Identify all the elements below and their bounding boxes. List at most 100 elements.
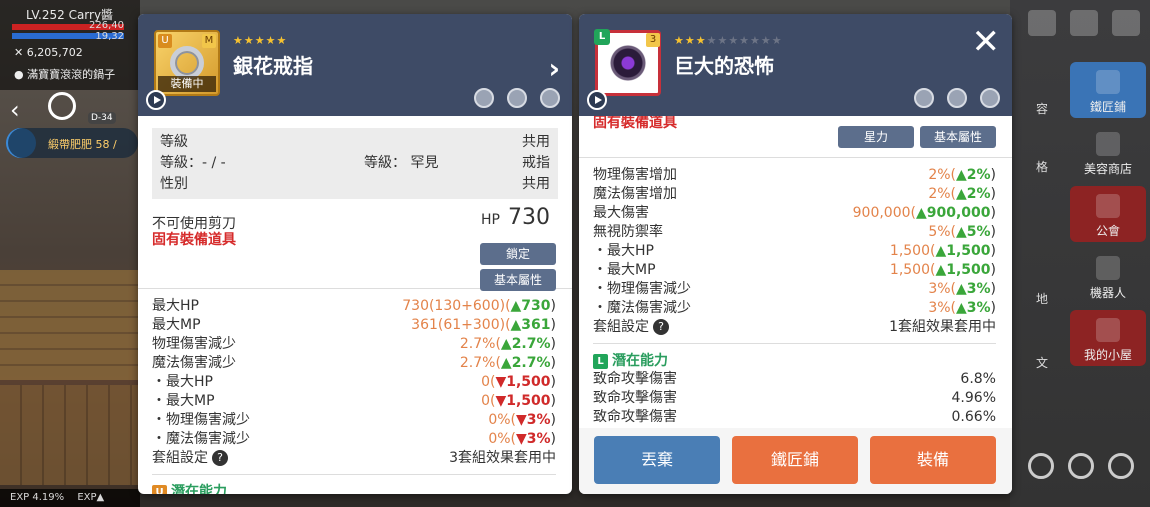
menu-icon[interactable] <box>1112 10 1140 36</box>
set-row: 套組設定? 3套組效果套用中 <box>152 449 556 468</box>
blacksmith-button[interactable]: 鐵匠鋪 <box>732 436 858 484</box>
play-icon[interactable] <box>587 90 607 110</box>
mail-icon[interactable] <box>1028 10 1056 36</box>
scale-icon[interactable] <box>506 88 527 108</box>
stat-decrease: ▼1,500 <box>495 374 551 390</box>
share-icon[interactable] <box>913 88 934 108</box>
set-label: 套組設定? <box>152 449 228 468</box>
settings-gear-icon[interactable] <box>1108 453 1134 479</box>
stat-row: ・物理傷害減少 3%(▲3%) <box>593 280 996 299</box>
menu-blacksmith[interactable]: 鐵匠鋪 <box>1070 62 1146 118</box>
partial-label: 地 <box>1036 292 1049 306</box>
share-icon[interactable] <box>473 88 494 108</box>
set-label: 套組設定? <box>593 318 669 337</box>
starforce-button[interactable]: 星力 <box>838 126 914 148</box>
auto-battle-icon[interactable] <box>1028 453 1054 479</box>
stat-paren: ) <box>550 336 556 352</box>
lock-button[interactable]: 鎖定 <box>480 243 556 265</box>
stat-base: 2.7%( <box>459 336 501 352</box>
top-right-toolbar <box>1010 0 1150 48</box>
stat-value: 0%(▼3%) <box>488 430 556 449</box>
stat-value: 5%(▲5%) <box>928 223 996 242</box>
stat-label: 最大HP <box>152 298 199 314</box>
stat-decrease: ▼3% <box>515 431 551 447</box>
req-right: 共用 <box>522 134 550 150</box>
stat-label: ・最大HP <box>152 374 213 390</box>
stat-label: 最大傷害 <box>593 205 649 221</box>
discard-button[interactable]: 丟棄 <box>594 436 720 484</box>
help-icon[interactable]: ? <box>212 450 228 466</box>
clock-icon[interactable] <box>48 92 76 120</box>
stat-row: 最大傷害 900,000(▲900,000) <box>593 204 996 223</box>
stat-increase: ▲1,500 <box>935 262 991 278</box>
potential-row: 致命攻擊傷害 0.66% <box>593 408 996 427</box>
stat-increase: ▲5% <box>955 224 991 240</box>
stat-label: ・最大HP <box>593 243 654 259</box>
stat-value: 2.7%(▲2.7%) <box>460 335 556 354</box>
player-status: LV.252 Carry醬 226,40 19,32 ✕ 6,205,702 ●… <box>0 0 140 90</box>
stat-row: ・最大MP 1,500(▲1,500) <box>593 261 996 280</box>
stat-base: 2%( <box>928 167 956 183</box>
equipped-tag: 裝備中 <box>158 76 216 92</box>
item-icon: L 3 <box>594 29 661 96</box>
scale-icon[interactable] <box>946 88 967 108</box>
stat-label: 物理傷害減少 <box>152 336 236 352</box>
divider <box>593 343 996 344</box>
potential-value: 0.66% <box>951 409 996 425</box>
menu-beauty-shop[interactable]: 美容商店 <box>1070 124 1146 180</box>
stat-paren: ) <box>550 412 556 428</box>
character-icon[interactable] <box>1070 10 1098 36</box>
hp-display: HP 730 <box>481 205 550 230</box>
gear-lock-icon[interactable] <box>980 88 1000 108</box>
stat-base: 3%( <box>928 300 956 316</box>
item-info: 不可使用剪刀 固有裝備道具 HP 730 鎖定 基本屬性 <box>138 199 572 291</box>
stat-increase: ▲361 <box>510 317 551 333</box>
stat-paren: ) <box>550 374 556 390</box>
set-row: 套組設定? 1套組效果套用中 <box>593 318 996 337</box>
stat-base: 1,500( <box>889 262 936 278</box>
partial-label: 格 <box>1036 160 1049 174</box>
menu-guild[interactable]: 公會 <box>1070 186 1146 242</box>
bottom-right-toolbar <box>1010 449 1150 483</box>
equipped-item-panel: U M 裝備中 ★★★★★ 銀花戒指 › 等級 共用 等級：- / - 等級： … <box>138 14 572 494</box>
potential-title-text: 潛在能力 <box>612 353 668 369</box>
basic-stats-button[interactable]: 基本屬性 <box>920 126 996 148</box>
menu-my-house[interactable]: 我的小屋 <box>1070 310 1146 366</box>
stat-base: 0%( <box>488 431 516 447</box>
quest-tracker[interactable]: 緞帶肥肥 58 / <box>8 128 138 158</box>
stat-base: 2.7%( <box>459 355 501 371</box>
stat-row: 物理傷害增加 2%(▲2%) <box>593 166 996 185</box>
item-details: 固有裝備道具 星力 基本屬性 物理傷害增加 2%(▲2%) 魔法傷害增加 2%(▲2%… <box>579 116 1012 494</box>
potential-title: U 潛在能力 <box>152 481 556 494</box>
stat-row: 最大MP 361(61+300)(▲361) <box>152 316 556 335</box>
stat-label: 最大MP <box>152 317 201 333</box>
close-icon[interactable]: ✕ <box>972 22 1001 62</box>
equip-button[interactable]: 裝備 <box>870 436 996 484</box>
help-icon[interactable]: ? <box>653 319 669 335</box>
basic-stats-button[interactable]: 基本屬性 <box>480 269 556 291</box>
hp-value: 730 <box>508 205 550 230</box>
gear-lock-icon[interactable] <box>540 88 560 108</box>
stat-decrease: ▼1,500 <box>495 393 551 409</box>
star-rating: ★★★★★★★★★★ <box>674 34 783 47</box>
stat-paren: ) <box>990 205 996 221</box>
potential-title-text: 潛在能力 <box>171 484 227 494</box>
next-arrow-icon[interactable]: › <box>548 52 560 85</box>
stat-list: 最大HP 730(130+600)(▲730) 最大MP 361(61+300)(▲3… <box>138 289 572 449</box>
item-header: U M 裝備中 ★★★★★ 銀花戒指 › <box>138 14 572 116</box>
stat-value: 2%(▲2%) <box>928 185 996 204</box>
play-icon[interactable] <box>146 90 166 110</box>
stat-increase: ▲2% <box>955 167 991 183</box>
ring-icon <box>170 46 204 80</box>
level-badge: 3 <box>646 33 660 47</box>
potential-label: 致命攻擊傷害 <box>593 390 677 406</box>
stat-row: 最大HP 730(130+600)(▲730) <box>152 297 556 316</box>
stars-empty: ★★★★★★★ <box>706 34 783 47</box>
stat-base: 0( <box>481 393 496 409</box>
partial-label: 容 <box>1036 102 1049 116</box>
switch-icon[interactable] <box>1068 453 1094 479</box>
set-section: 套組設定? 1套組效果套用中 L 潛在能力 致命攻擊傷害 6.8% 致命攻擊傷害 4.9… <box>579 318 1012 427</box>
menu-robot[interactable]: 機器人 <box>1070 248 1146 304</box>
back-arrow-icon[interactable]: ‹ <box>10 96 20 124</box>
stat-base: 361(61+300)( <box>411 317 511 333</box>
